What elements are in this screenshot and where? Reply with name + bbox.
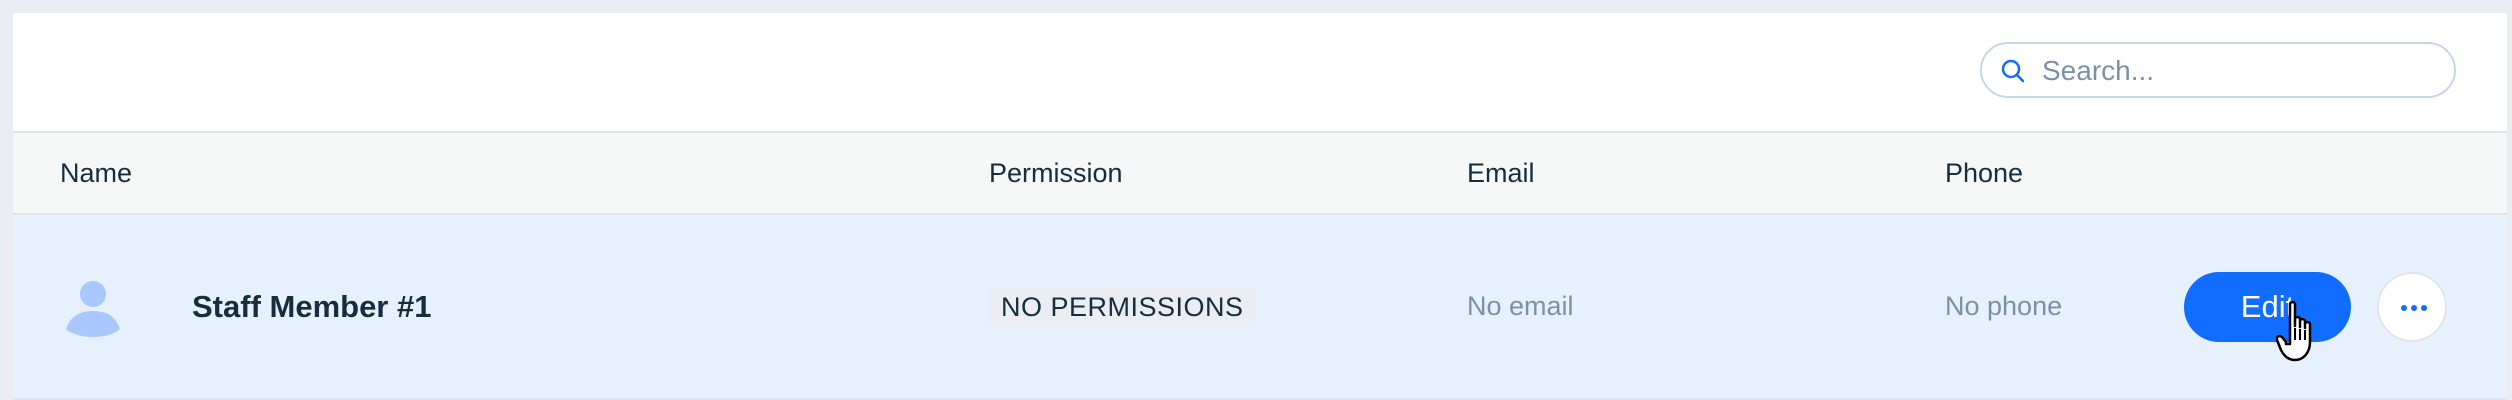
column-header-name[interactable]: Name <box>60 133 132 213</box>
person-avatar-icon <box>66 281 120 337</box>
staff-table-card: Name Permission Email Phone Staff Member… <box>13 13 2507 400</box>
phone-value: No phone <box>1945 291 2063 321</box>
search-box[interactable] <box>1980 42 2456 98</box>
table-header: Name Permission Email Phone <box>13 133 2507 215</box>
staff-name: Staff Member #1 <box>192 289 432 324</box>
more-actions-icon <box>2401 305 2427 311</box>
search-input[interactable] <box>2040 50 2444 92</box>
permission-badge: NO PERMISSIONS <box>989 288 1256 326</box>
email-value: No email <box>1467 291 1574 321</box>
search-icon <box>2001 59 2025 83</box>
column-header-phone[interactable]: Phone <box>1945 133 2023 213</box>
more-actions-button[interactable] <box>2377 272 2447 342</box>
table-toolbar <box>13 13 2507 133</box>
hand-pointer-cursor-icon <box>2276 300 2312 362</box>
column-header-email[interactable]: Email <box>1467 133 1535 213</box>
table-row[interactable]: Staff Member #1 NO PERMISSIONS No email … <box>13 215 2507 400</box>
column-header-permission[interactable]: Permission <box>989 133 1123 213</box>
